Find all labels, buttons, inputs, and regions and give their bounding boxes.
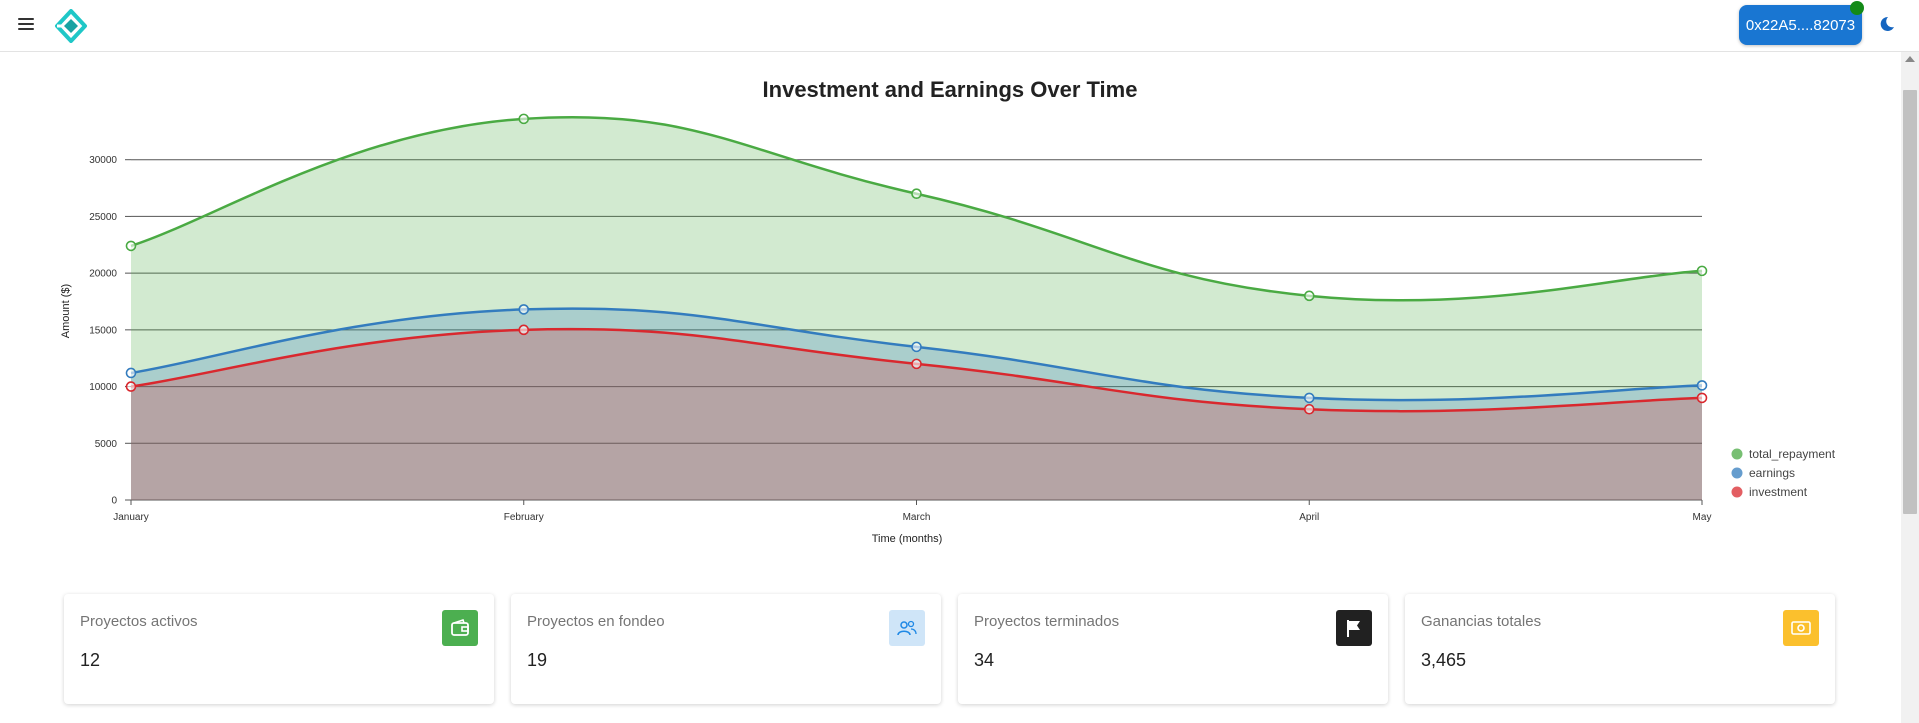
wallet-icon bbox=[442, 610, 478, 646]
legend-label-investment: investment bbox=[1749, 485, 1808, 499]
point-investment bbox=[1303, 403, 1315, 415]
point-total_repayment bbox=[1303, 290, 1315, 302]
point-earnings bbox=[911, 341, 922, 353]
y-tick-label: 25000 bbox=[89, 212, 117, 223]
dark-mode-toggle-icon[interactable] bbox=[1879, 16, 1895, 32]
card-label: Ganancias totales bbox=[1421, 613, 1542, 630]
card-label: Proyectos activos bbox=[80, 613, 198, 630]
connection-status-indicator bbox=[1850, 1, 1864, 15]
top-bar: 0x22A5....82073 bbox=[0, 0, 1919, 52]
card-value: 3,465 bbox=[1421, 650, 1467, 670]
y-tick-label: 5000 bbox=[95, 439, 118, 450]
point-earnings bbox=[1696, 380, 1708, 391]
card-value: 12 bbox=[80, 650, 101, 670]
y-tick-label: 30000 bbox=[89, 155, 117, 166]
point-earnings bbox=[125, 367, 137, 379]
y-axis-label: Amount ($) bbox=[60, 284, 72, 338]
point-investment bbox=[125, 381, 137, 392]
legend-marker-investment bbox=[1731, 486, 1743, 498]
x-tick-label: May bbox=[1693, 512, 1712, 523]
people-icon bbox=[889, 610, 925, 646]
legend-label-earnings: earnings bbox=[1749, 466, 1795, 480]
legend-marker-total_repayment bbox=[1731, 448, 1743, 460]
page-scrollbar[interactable] bbox=[1901, 52, 1919, 723]
logo-icon bbox=[55, 9, 87, 43]
point-investment bbox=[911, 358, 922, 370]
legend-label-total_repayment: total_repayment bbox=[1749, 447, 1836, 461]
card-value: 34 bbox=[974, 650, 995, 670]
scroll-up-arrow[interactable] bbox=[1905, 56, 1915, 62]
point-earnings bbox=[1303, 392, 1315, 404]
legend-marker-earnings bbox=[1731, 467, 1743, 479]
point-total_repayment bbox=[1696, 265, 1708, 277]
flag-icon bbox=[1336, 610, 1372, 646]
kpi-card-active-projects: Proyectos activos 12 bbox=[64, 594, 494, 704]
money-icon bbox=[1783, 610, 1819, 646]
card-value: 19 bbox=[527, 650, 548, 670]
wallet-address-button[interactable]: 0x22A5....82073 bbox=[1739, 5, 1862, 45]
card-label: Proyectos en fondeo bbox=[527, 613, 665, 630]
x-tick-label: February bbox=[504, 512, 544, 523]
x-tick-label: January bbox=[113, 512, 149, 523]
menu-icon[interactable] bbox=[18, 17, 36, 31]
y-tick-label: 20000 bbox=[89, 269, 117, 280]
x-tick-label: March bbox=[903, 512, 931, 523]
investment-earnings-chart: Investment and Earnings Over Time 0 5000 1… bbox=[60, 77, 1836, 545]
scrollbar-thumb[interactable] bbox=[1903, 90, 1917, 514]
y-tick-label: 10000 bbox=[89, 382, 117, 393]
y-tick-label: 0 bbox=[111, 496, 117, 507]
chart-title: Investment and Earnings Over Time bbox=[763, 77, 1138, 102]
y-tick-label: 15000 bbox=[89, 325, 117, 336]
point-total_repayment bbox=[125, 240, 137, 252]
point-total_repayment bbox=[518, 113, 530, 125]
x-tick-label: April bbox=[1299, 512, 1319, 523]
point-earnings bbox=[518, 304, 530, 315]
x-axis-label: Time (months) bbox=[872, 533, 943, 545]
kpi-card-funding-projects: Proyectos en fondeo 19 bbox=[511, 594, 941, 704]
point-investment bbox=[518, 324, 530, 336]
kpi-card-finished-projects: Proyectos terminados 34 bbox=[958, 594, 1388, 704]
kpi-card-total-earnings: Ganancias totales 3,465 bbox=[1405, 594, 1835, 704]
point-total_repayment bbox=[911, 188, 922, 200]
card-label: Proyectos terminados bbox=[974, 613, 1120, 630]
point-investment bbox=[1696, 392, 1708, 404]
